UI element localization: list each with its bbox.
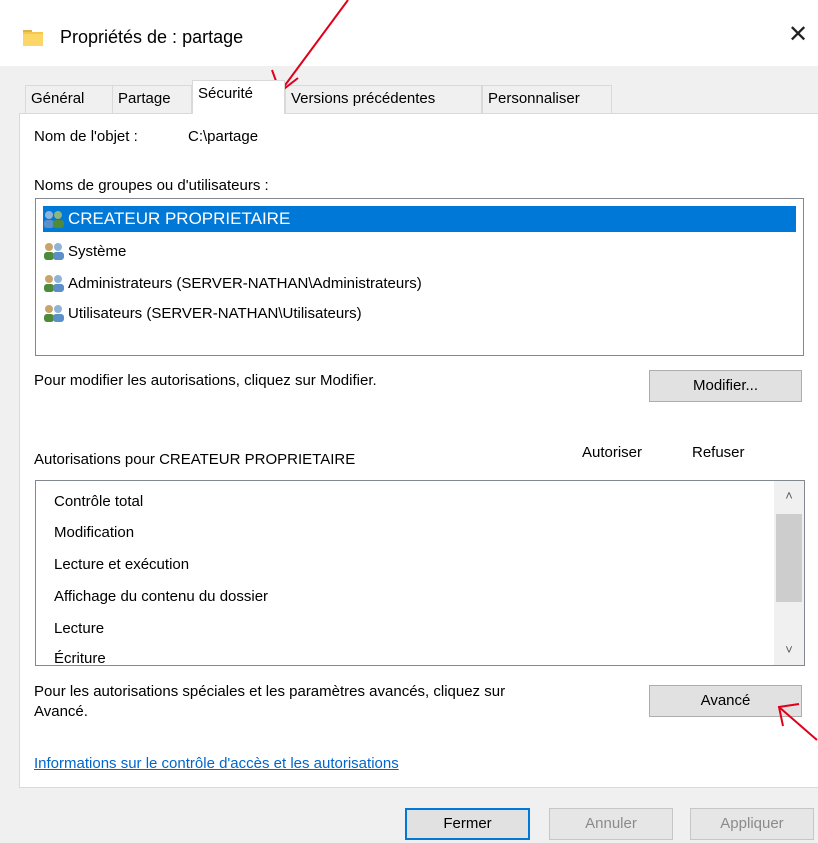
tab-general[interactable]: Général [25,85,113,113]
title-bar: Propriétés de : partage ✕ [0,0,818,66]
scrollbar[interactable]: ˄ ˅ [774,481,804,665]
modify-hint: Pour modifier les autorisations, cliquez… [34,372,377,389]
list-item-label: Système [68,242,127,260]
permission-modification: Modification [54,524,135,541]
list-item-systeme[interactable]: Système [43,238,126,264]
advanced-button[interactable]: Avancé [649,685,802,717]
list-item-utilisateurs[interactable]: Utilisateurs (SERVER-NATHAN\Utilisateurs… [43,300,362,326]
scroll-thumb[interactable] [776,514,802,602]
column-allow: Autoriser [582,444,643,461]
apply-button[interactable]: Appliquer [690,808,814,840]
tab-securite[interactable]: Sécurité [192,80,285,114]
close-icon[interactable]: ✕ [785,22,811,48]
tab-personnaliser[interactable]: Personnaliser [482,85,612,113]
window-title: Propriétés de : partage [60,27,244,47]
users-icon [44,305,64,322]
chevron-up-icon[interactable]: ˄ [774,481,804,511]
list-item-label: CREATEUR PROPRIETAIRE [68,209,291,228]
list-item-createur-proprietaire[interactable]: CREATEUR PROPRIETAIRE [43,206,796,232]
list-item-label: Administrateurs (SERVER-NATHAN\Administr… [68,274,422,292]
access-control-info-link[interactable]: Informations sur le contrôle d'accès et … [34,755,399,772]
object-name-value: C:\partage [188,128,259,145]
close-button[interactable]: Fermer [405,808,530,840]
permission-ecriture: Écriture [54,650,106,666]
advanced-hint-line1: Pour les autorisations spéciales et les … [34,683,506,700]
permission-affichage-contenu: Affichage du contenu du dossier [54,588,269,605]
permissions-title: Autorisations pour CREATEUR PROPRIETAIRE [34,451,356,468]
permissions-list[interactable]: Contrôle total Modification Lecture et e… [35,480,805,666]
object-name-label: Nom de l'objet : [34,128,138,145]
advanced-hint-line2: Avancé. [34,703,88,720]
chevron-down-icon[interactable]: ˅ [774,635,804,665]
folder-icon [23,30,43,46]
list-item-administrateurs[interactable]: Administrateurs (SERVER-NATHAN\Administr… [43,270,422,296]
users-icon [44,211,64,228]
tab-versions-precedentes[interactable]: Versions précédentes [285,85,482,113]
cancel-button[interactable]: Annuler [549,808,673,840]
modify-button[interactable]: Modifier... [649,370,802,402]
column-deny: Refuser [692,444,745,461]
tab-partage[interactable]: Partage [112,85,192,113]
groups-label: Noms de groupes ou d'utilisateurs : [34,177,269,194]
users-icon [44,243,64,260]
list-item-label: Utilisateurs (SERVER-NATHAN\Utilisateurs… [68,304,362,322]
permission-lecture-execution: Lecture et exécution [54,556,190,573]
users-icon [44,275,64,292]
permission-lecture: Lecture [54,620,105,637]
permission-controle-total: Contrôle total [54,493,144,510]
groups-list[interactable]: CREATEUR PROPRIETAIRE Système Administra… [35,198,804,356]
